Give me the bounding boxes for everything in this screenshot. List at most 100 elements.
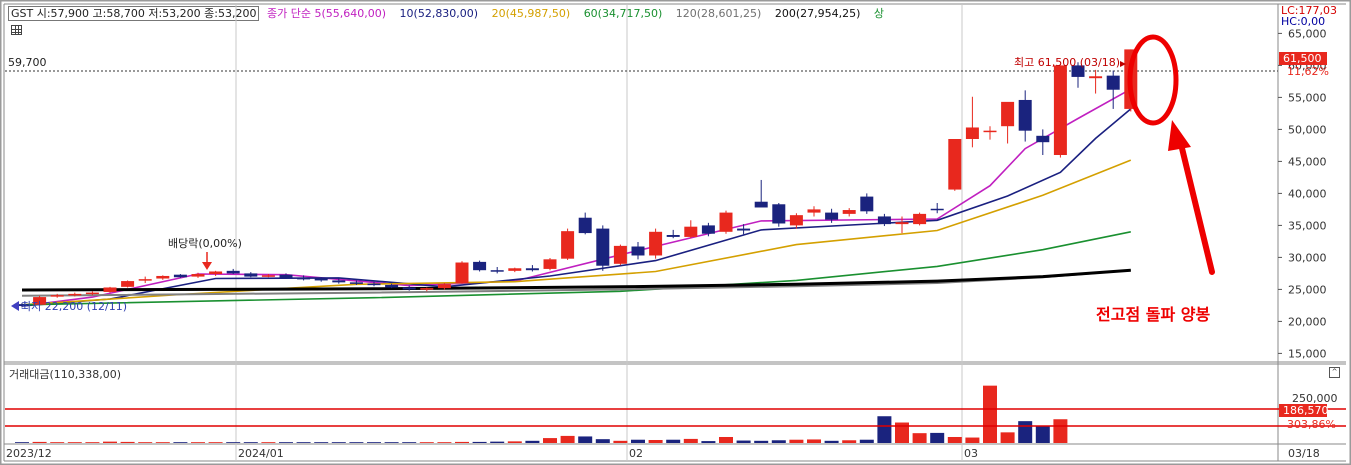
y-tick-label: 40,000 <box>1288 187 1327 200</box>
candle-body <box>948 139 962 190</box>
candle-body <box>332 280 346 283</box>
candle-body <box>209 271 223 275</box>
candle-body <box>367 283 381 286</box>
candle-body <box>578 217 592 234</box>
volume-bar <box>824 440 839 443</box>
x-tick-label: 2023/12 <box>6 447 52 460</box>
candle-body <box>85 292 99 295</box>
volume-bar <box>138 442 153 443</box>
volume-bar <box>807 439 821 443</box>
price-chart[interactable]: 59,700 65,00060,00055,00050,00045,00040,… <box>0 0 1351 465</box>
volume-bar <box>1018 421 1033 443</box>
volume-bar <box>155 442 170 443</box>
candle-body <box>913 213 927 225</box>
candle-body <box>543 259 557 269</box>
candle-body <box>191 274 205 277</box>
candle-body <box>719 212 733 232</box>
volume-bar <box>191 442 205 443</box>
candle-body <box>666 235 680 237</box>
volume-bar <box>525 440 540 443</box>
candle-body <box>473 261 487 271</box>
candle-body <box>437 284 451 289</box>
dividend-label: 배당락(0,00%) <box>168 237 242 250</box>
volume-bar <box>490 441 505 443</box>
candle-body <box>402 287 416 290</box>
price-tag: 61,500 <box>1283 52 1322 65</box>
callout-arrow-icon <box>1168 120 1191 151</box>
x-tick-label: 2024/01 <box>238 447 284 460</box>
y-tick-label: 50,000 <box>1288 123 1327 136</box>
volume-title: 거래대금(110,338,00) <box>9 368 122 381</box>
candle-body <box>226 270 240 274</box>
volume-bar <box>472 441 487 443</box>
volume-bar <box>15 442 29 443</box>
candle-body <box>490 270 504 272</box>
candle-body <box>173 274 187 278</box>
candle-body <box>138 279 152 281</box>
volume-bar <box>631 439 645 443</box>
volume-bar <box>947 436 962 443</box>
volume-bar <box>402 442 417 443</box>
y-tick-label: 45,000 <box>1288 155 1327 168</box>
volume-bar <box>367 442 381 443</box>
volume-bar <box>789 439 804 443</box>
candle-body <box>455 262 469 283</box>
candle-body <box>965 127 979 139</box>
candle-body <box>508 268 522 271</box>
volume-bar <box>754 440 769 443</box>
candle-body <box>349 282 363 284</box>
candle-body <box>279 274 293 278</box>
candle-body <box>895 222 909 225</box>
volume-bar <box>560 435 575 443</box>
volume-bar <box>32 441 47 443</box>
candle-body <box>930 208 944 211</box>
ma-line-5 <box>21 88 1132 307</box>
candle-body <box>1053 65 1067 155</box>
volume-bar <box>719 436 733 443</box>
candle-body <box>103 287 117 292</box>
volume-bar <box>543 438 557 443</box>
volume-bar <box>736 440 751 443</box>
y-tick-label: 65,000 <box>1288 27 1327 40</box>
x-tick-label: 03/18 <box>1288 447 1320 460</box>
panel-scroll-button[interactable]: ^ <box>1329 367 1340 378</box>
candle-body <box>156 275 170 279</box>
vol-pct-tag: 303,86% <box>1287 418 1336 431</box>
candle-body <box>877 216 891 225</box>
volume-bar <box>314 442 329 443</box>
volume-bar <box>507 441 522 443</box>
candle-body <box>1018 99 1032 131</box>
candle-body <box>596 228 610 266</box>
y-tick-label: 20,000 <box>1288 315 1327 328</box>
candle-body <box>649 231 663 256</box>
candle-body <box>561 231 575 259</box>
candle-body <box>244 273 258 277</box>
volume-bar <box>683 438 698 443</box>
volume-bar <box>67 442 82 443</box>
volume-bar <box>226 442 241 443</box>
callout-text: 전고점 돌파 양봉 <box>1096 305 1210 324</box>
dividend-arrow-icon <box>202 262 212 270</box>
volume-bar <box>613 440 628 443</box>
volume-bar <box>648 439 663 443</box>
low-marker-icon <box>11 301 19 311</box>
candle-body <box>121 281 135 287</box>
candle-body <box>1106 75 1120 90</box>
volume-bar <box>208 442 223 443</box>
volume-bar <box>419 442 434 443</box>
volume-bar <box>666 439 681 443</box>
volume-bar <box>912 433 927 443</box>
candle-body <box>420 288 434 290</box>
volume-bar <box>930 432 945 443</box>
candle-body <box>772 204 786 224</box>
volume-bar <box>173 442 188 443</box>
candle-body <box>385 284 399 288</box>
candle-body <box>860 196 874 212</box>
high-label: 최고 61,500 (03/18) <box>1014 56 1120 69</box>
candle-body <box>68 293 82 296</box>
ref-line-label: 59,700 <box>8 56 47 69</box>
volume-bar <box>842 440 857 443</box>
pct-tag: 11,62% <box>1287 65 1329 78</box>
candle-body <box>754 201 768 208</box>
candle-body <box>297 277 311 280</box>
